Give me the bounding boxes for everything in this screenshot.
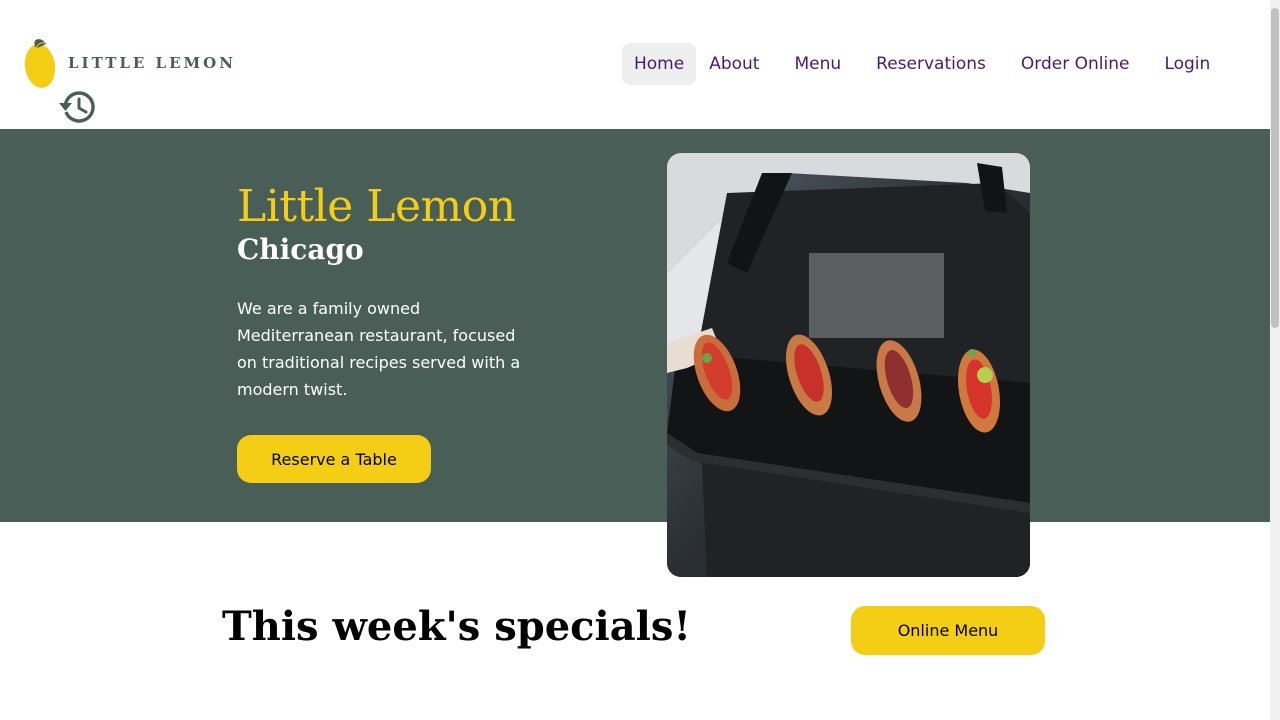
main-nav: Home About Menu Reservations Order Onlin… — [622, 43, 1222, 85]
lemon-icon — [24, 39, 56, 88]
nav-menu[interactable]: Menu — [782, 43, 853, 85]
nav-login[interactable]: Login — [1152, 43, 1222, 85]
specials-title: This week's specials! — [222, 603, 691, 650]
hero-image — [667, 153, 1030, 577]
logo-text: LITTLE LEMON — [68, 54, 236, 72]
hero-description: We are a family owned Mediterranean rest… — [237, 299, 521, 399]
site-header: LITTLE LEMON Home About Menu Reservation… — [0, 0, 1270, 129]
nav-order-online[interactable]: Order Online — [1009, 43, 1142, 85]
scrollbar[interactable] — [1270, 0, 1280, 720]
logo[interactable]: LITTLE LEMON — [22, 36, 236, 90]
reserve-table-button[interactable]: Reserve a Table — [237, 435, 431, 483]
nav-about[interactable]: About — [697, 43, 771, 85]
scrollbar-thumb[interactable] — [1271, 8, 1279, 328]
hero-subtitle: Chicago — [237, 233, 364, 266]
nav-reservations[interactable]: Reservations — [864, 43, 998, 85]
nav-home[interactable]: Home — [622, 43, 697, 85]
hero-section: Little Lemon Chicago We are a family own… — [0, 129, 1270, 522]
hero-title: Little Lemon — [237, 181, 516, 232]
history-icon[interactable] — [58, 89, 96, 125]
online-menu-button[interactable]: Online Menu — [851, 606, 1045, 655]
food-photo — [667, 153, 1030, 577]
